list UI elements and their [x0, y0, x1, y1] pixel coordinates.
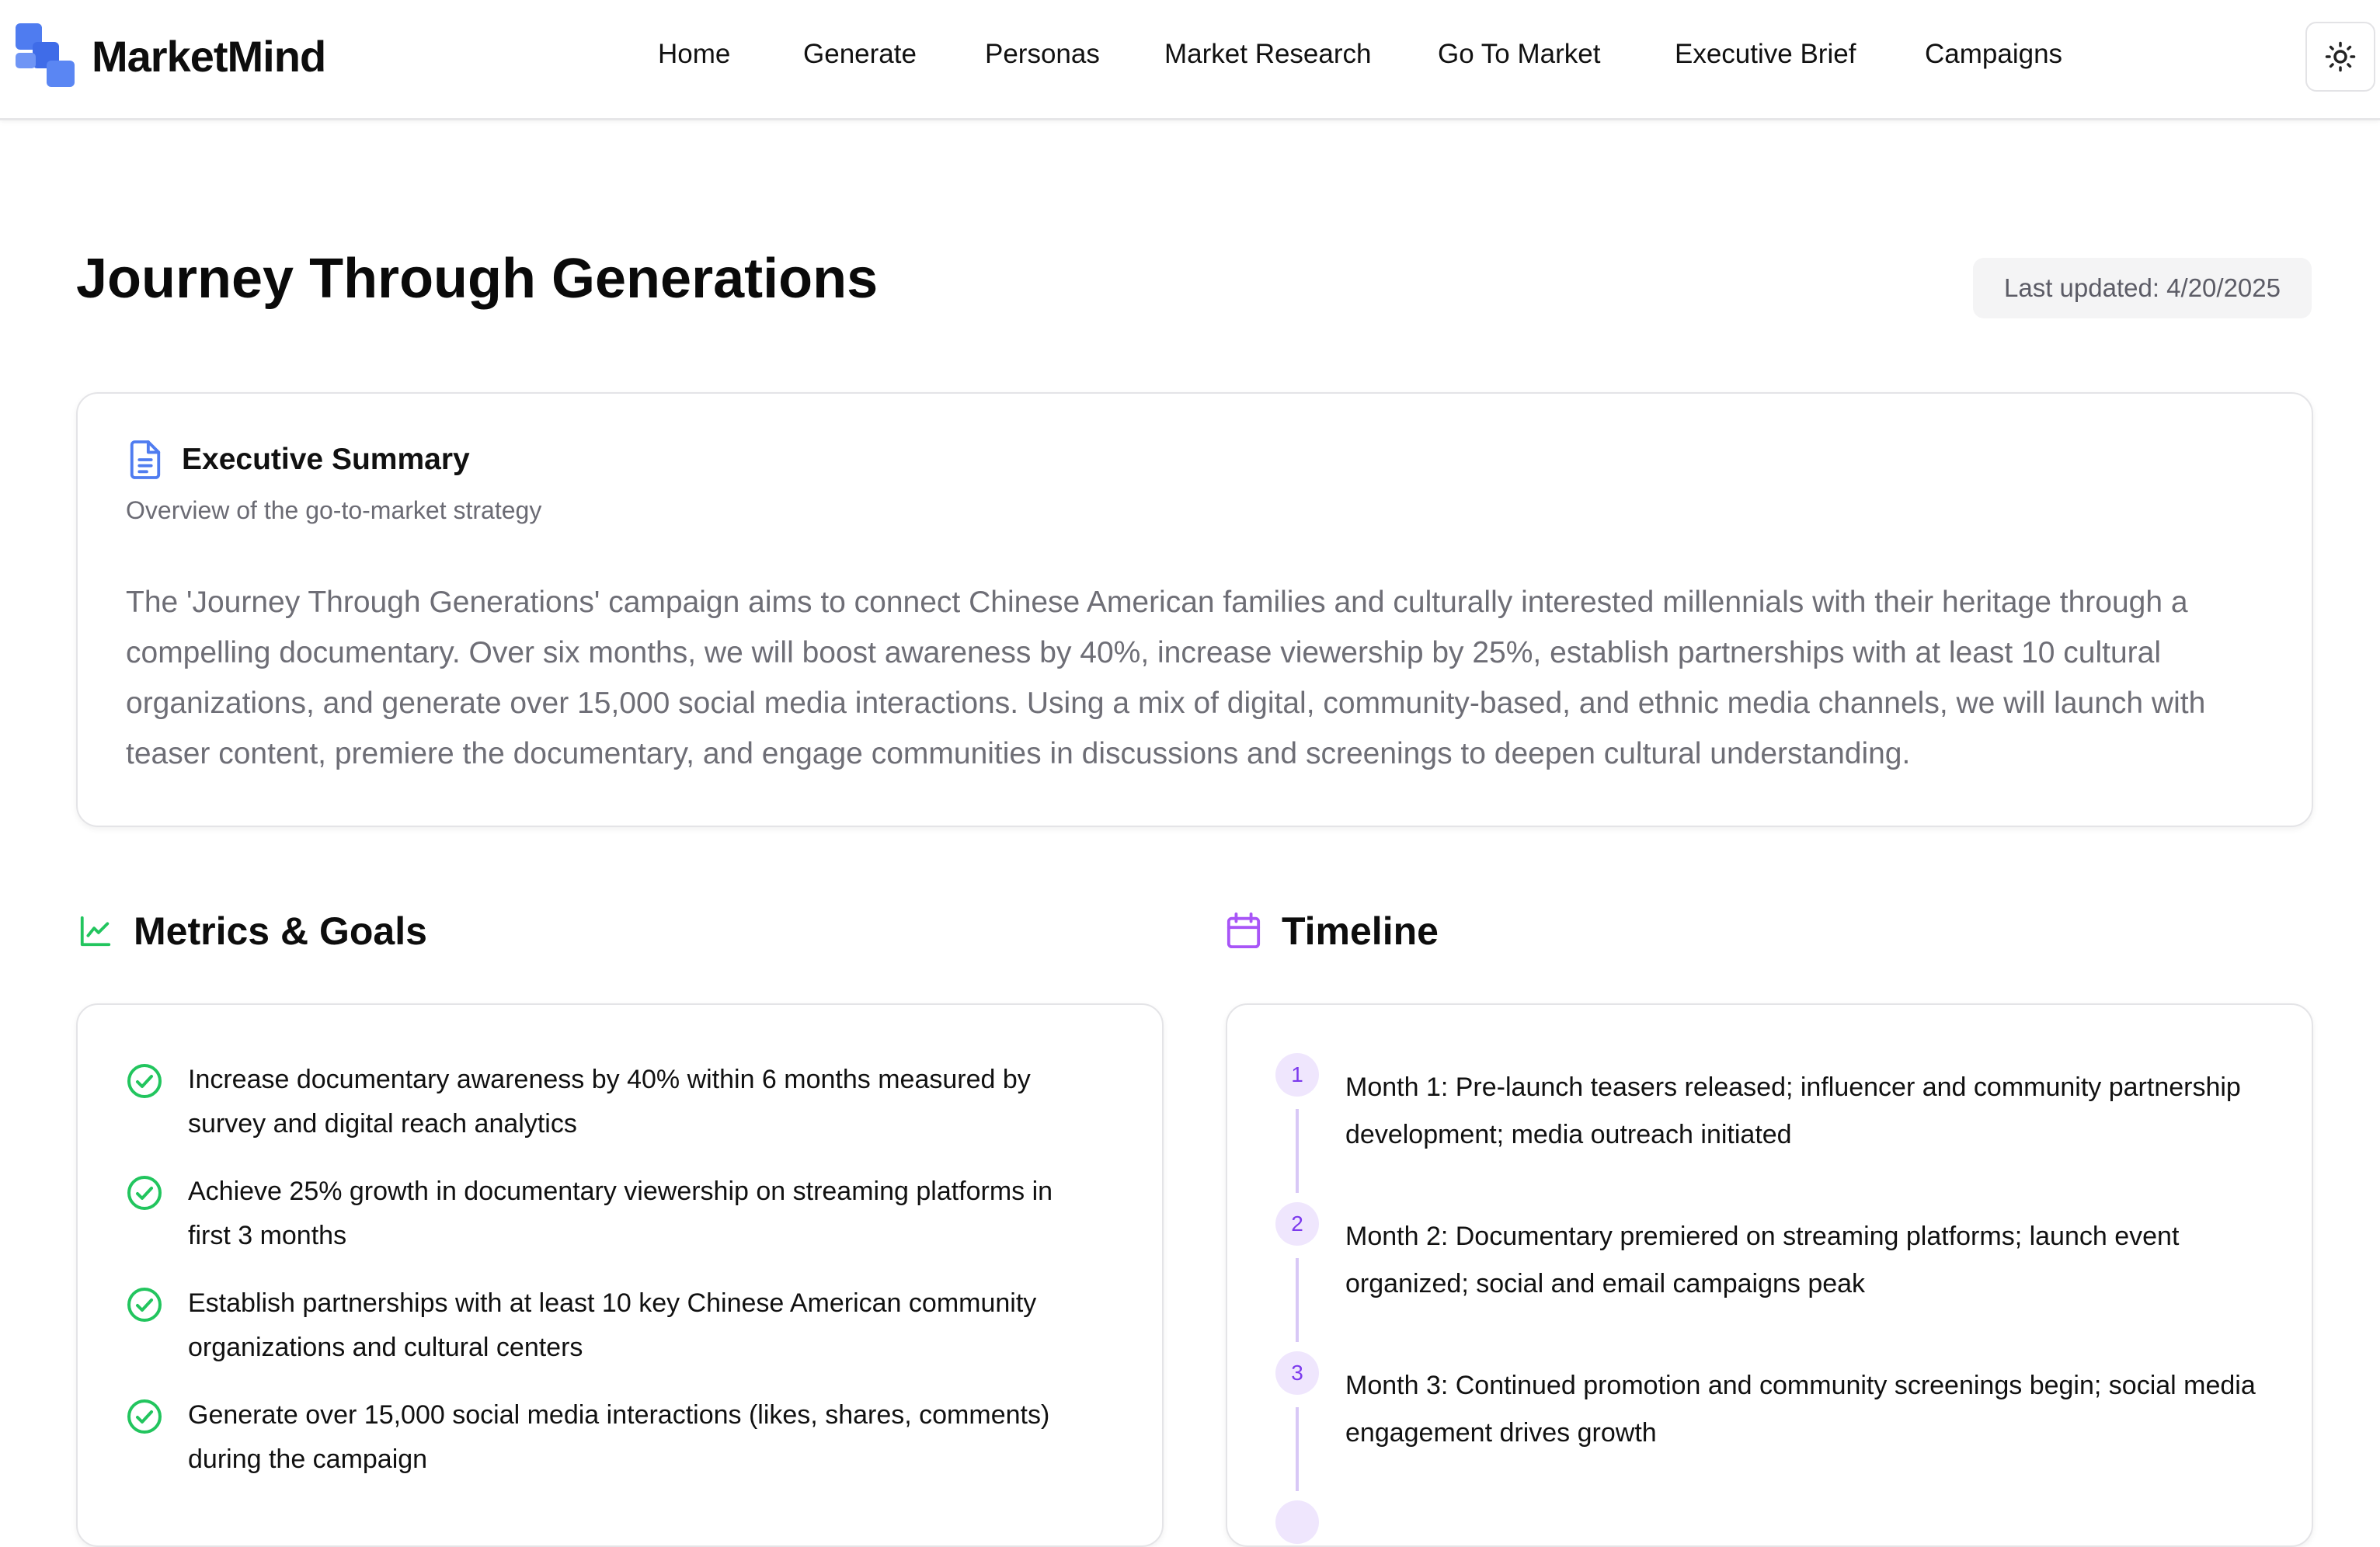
timeline-step-number: 1: [1275, 1053, 1319, 1097]
metrics-goals-card: Increase documentary awareness by 40% wi…: [76, 1003, 1164, 1547]
page-title: Journey Through Generations: [76, 248, 879, 310]
grid-blocks-icon: [16, 23, 75, 89]
goal-text: Increase documentary awareness by 40% wi…: [188, 1065, 1031, 1139]
theme-toggle-button[interactable]: [2305, 22, 2375, 92]
metrics-section-title: Metrics & Goals: [134, 909, 427, 953]
check-circle-icon: [127, 1288, 162, 1322]
nav-item-market-research[interactable]: Market Research: [1164, 39, 1371, 70]
timeline-section-header: Timeline: [1226, 909, 1439, 954]
calendar-icon: [1227, 913, 1261, 949]
metrics-section-header: Metrics & Goals: [78, 909, 427, 954]
timeline-card: 1 Month 1: Pre-launch teasers released; …: [1226, 1003, 2313, 1547]
nav-item-home[interactable]: Home: [658, 39, 730, 70]
goal-text: Achieve 25% growth in documentary viewer…: [188, 1177, 1053, 1250]
timeline-section-title: Timeline: [1282, 909, 1439, 953]
executive-summary-title: Executive Summary: [182, 443, 470, 476]
timeline-connector: [1296, 1109, 1299, 1193]
goal-item: Establish partnerships with at least 10 …: [126, 1281, 1089, 1370]
nav-item-personas[interactable]: Personas: [985, 39, 1100, 70]
timeline-step-number: 2: [1275, 1202, 1319, 1246]
executive-summary-card: Executive Summary Overview of the go-to-…: [76, 392, 2313, 827]
timeline-step-text: Month 1: Pre-launch teasers released; in…: [1345, 1072, 2241, 1149]
document-icon: [130, 440, 161, 479]
goal-item: Generate over 15,000 social media intera…: [126, 1393, 1089, 1482]
nav-item-campaigns[interactable]: Campaigns: [1925, 39, 2062, 70]
executive-summary-subtitle: Overview of the go-to-market strategy: [126, 496, 542, 524]
goal-text: Establish partnerships with at least 10 …: [188, 1288, 1037, 1362]
app-logo[interactable]: MarketMind: [16, 23, 326, 89]
timeline-step-badge: [1275, 1500, 1319, 1544]
nav-item-go-to-market[interactable]: Go To Market: [1438, 39, 1600, 70]
nav-item-executive-brief[interactable]: Executive Brief: [1675, 39, 1856, 70]
sun-icon: [2325, 41, 2356, 72]
line-chart-icon: [80, 916, 111, 947]
timeline-step-number: 3: [1275, 1351, 1319, 1395]
goal-item: Increase documentary awareness by 40% wi…: [126, 1058, 1089, 1146]
timeline-step-text: Month 3: Continued promotion and communi…: [1345, 1371, 2256, 1448]
app-name: MarketMind: [92, 31, 326, 81]
last-updated-badge: Last updated: 4/20/2025: [1973, 258, 2312, 318]
executive-summary-header: Executive Summary: [127, 440, 470, 479]
goal-text: Generate over 15,000 social media intera…: [188, 1400, 1050, 1474]
timeline-connector: [1296, 1258, 1299, 1342]
nav-item-generate[interactable]: Generate: [803, 39, 917, 70]
check-circle-icon: [127, 1176, 162, 1210]
check-circle-icon: [127, 1064, 162, 1098]
goal-item: Achieve 25% growth in documentary viewer…: [126, 1170, 1089, 1258]
executive-summary-body: The 'Journey Through Generations' campai…: [126, 586, 2206, 770]
timeline-connector: [1296, 1407, 1299, 1491]
timeline-step-text: Month 2: Documentary premiered on stream…: [1345, 1222, 2180, 1298]
top-navigation-bar: MarketMind Home Generate Personas Market…: [0, 0, 2380, 120]
check-circle-icon: [127, 1399, 162, 1434]
